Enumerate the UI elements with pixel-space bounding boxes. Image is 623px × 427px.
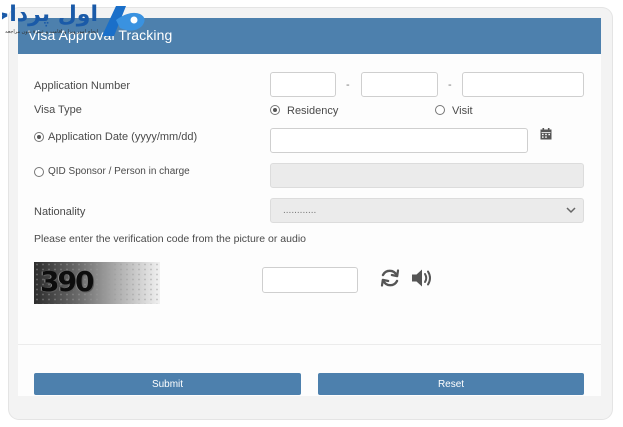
panel-divider bbox=[18, 344, 601, 345]
reset-button[interactable]: Reset bbox=[318, 373, 584, 395]
qid-sponsor-label[interactable]: QID Sponsor / Person in charge bbox=[48, 166, 190, 177]
captcha-text: 390 bbox=[40, 265, 94, 298]
audio-speaker-icon[interactable] bbox=[410, 267, 434, 289]
visa-type-residency-label[interactable]: Residency bbox=[287, 105, 338, 117]
application-date-input[interactable] bbox=[270, 128, 528, 153]
visa-type-visit-radio[interactable] bbox=[435, 105, 445, 115]
chevron-down-icon bbox=[566, 207, 576, 214]
calendar-icon[interactable] bbox=[540, 128, 552, 140]
refresh-icon[interactable] bbox=[379, 267, 401, 289]
application-date-radio[interactable] bbox=[34, 132, 44, 142]
qid-sponsor-input[interactable] bbox=[270, 163, 584, 188]
application-number-separator-1: - bbox=[346, 79, 350, 91]
visa-type-label: Visa Type bbox=[34, 104, 82, 116]
application-date-label[interactable]: Application Date (yyyy/mm/dd) bbox=[48, 131, 197, 143]
verification-code-input[interactable] bbox=[262, 267, 358, 293]
nationality-select[interactable]: ............ bbox=[270, 198, 584, 223]
verification-instruction: Please enter the verification code from … bbox=[34, 233, 306, 245]
logo-subtitle: انجام امور ویزا و اقامت و عمرۀ بدون مراج… bbox=[5, 29, 98, 35]
submit-button[interactable]: Submit bbox=[34, 373, 301, 395]
logo-text: اول پرداخت bbox=[2, 2, 98, 27]
nationality-selected-value: ............ bbox=[283, 205, 317, 216]
application-number-part-2-input[interactable] bbox=[361, 72, 438, 97]
brand-logo: اول پرداخت انجام امور ویزا و اقامت و عمر… bbox=[0, 0, 160, 44]
application-number-part-3-input[interactable] bbox=[462, 72, 584, 97]
application-number-part-1-input[interactable] bbox=[270, 72, 336, 97]
nationality-label: Nationality bbox=[34, 206, 86, 218]
qid-sponsor-radio[interactable] bbox=[34, 167, 44, 177]
visa-type-visit-label[interactable]: Visit bbox=[452, 105, 473, 117]
logo-mark-icon bbox=[102, 6, 145, 36]
visa-type-residency-radio[interactable] bbox=[270, 105, 280, 115]
application-number-separator-2: - bbox=[448, 79, 452, 91]
captcha-image: 390 bbox=[34, 262, 160, 304]
application-number-label: Application Number bbox=[34, 80, 130, 92]
